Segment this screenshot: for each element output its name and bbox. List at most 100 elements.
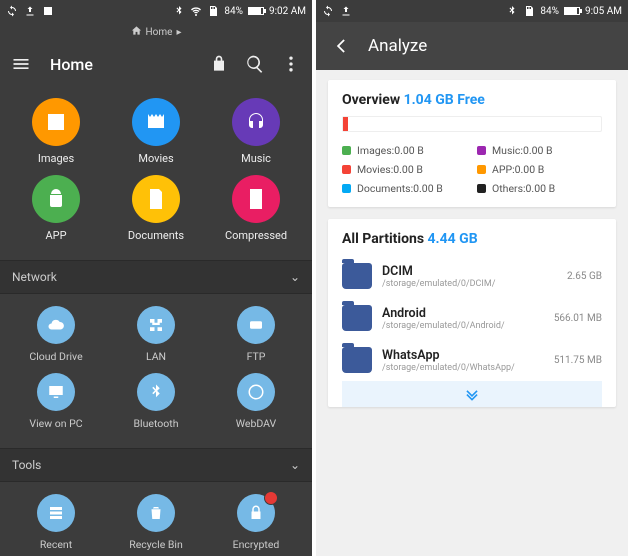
sync-icon xyxy=(6,5,18,17)
battery-icon xyxy=(248,7,264,15)
item-label: View on PC xyxy=(29,417,82,430)
category-images[interactable]: Images xyxy=(6,98,106,165)
recent-icon xyxy=(37,494,75,532)
status-bar: 84% 9:02 AM xyxy=(0,0,312,22)
section-network[interactable]: Network ⌄ xyxy=(0,260,312,294)
chevron-right-icon: ▸ xyxy=(176,27,181,38)
search-button[interactable] xyxy=(244,53,266,75)
overflow-button[interactable] xyxy=(280,53,302,75)
lan-icon xyxy=(137,306,175,344)
partition-name: Android xyxy=(382,306,544,321)
partitions-heading: All Partitions 4.44 GB xyxy=(342,231,602,247)
overview-card: Overview 1.04 GB Free Images:0.00 BMusic… xyxy=(328,80,616,207)
content-scroll[interactable]: ImagesMoviesMusicAPPDocumentsCompressed … xyxy=(0,86,312,556)
page-title: Analyze xyxy=(368,36,427,56)
legend-item: Movies:0.00 B xyxy=(342,163,467,176)
battery-percent: 84% xyxy=(540,6,559,17)
legend-label: Documents:0.00 B xyxy=(357,182,443,195)
item-bluetooth[interactable]: Bluetooth xyxy=(106,373,206,430)
trash-icon xyxy=(137,494,175,532)
legend-item: Documents:0.00 B xyxy=(342,182,467,195)
upload-icon xyxy=(24,5,36,17)
partition-name: DCIM xyxy=(382,264,557,279)
legend-item: APP:0.00 B xyxy=(477,163,602,176)
analyze-body: Overview 1.04 GB Free Images:0.00 BMusic… xyxy=(316,70,628,556)
bluetooth-icon xyxy=(173,5,185,17)
item-label: Encrypted xyxy=(233,538,280,551)
clock: 9:02 AM xyxy=(269,6,306,17)
music-icon xyxy=(232,98,280,146)
section-tools[interactable]: Tools ⌄ xyxy=(0,448,312,482)
swatch xyxy=(477,165,486,174)
partition-path: /storage/emulated/0/Android/ xyxy=(382,321,544,331)
storage-gauge xyxy=(342,116,602,132)
item-encrypted[interactable]: Encrypted xyxy=(206,494,306,551)
item-label: WebDAV xyxy=(236,417,277,430)
picture-icon xyxy=(42,5,54,17)
item-recent[interactable]: Recent xyxy=(6,494,106,551)
folder-icon xyxy=(342,347,372,373)
menu-button[interactable] xyxy=(10,53,32,75)
partition-path: /storage/emulated/0/WhatsApp/ xyxy=(382,363,544,373)
bt-icon xyxy=(137,373,175,411)
legend-label: APP:0.00 B xyxy=(492,163,544,176)
breadcrumb[interactable]: Home ▸ xyxy=(0,22,312,42)
battery-icon xyxy=(564,7,580,15)
legend-item: Others:0.00 B xyxy=(477,182,602,195)
item-label: Bluetooth xyxy=(134,417,179,430)
category-compressed[interactable]: Compressed xyxy=(206,175,306,242)
status-bar: 84% 9:05 AM xyxy=(316,0,628,22)
back-button[interactable] xyxy=(330,35,352,57)
legend-label: Music:0.00 B xyxy=(492,144,553,157)
swatch xyxy=(342,146,351,155)
category-label: Compressed xyxy=(225,229,287,242)
category-movies[interactable]: Movies xyxy=(106,98,206,165)
tools-grid: RecentRecycle Bin Encrypted xyxy=(0,482,312,556)
right-screen: 84% 9:05 AM Analyze Overview 1.04 GB Fre… xyxy=(316,0,628,556)
item-view-on-pc[interactable]: View on PC xyxy=(6,373,106,430)
wifi-icon xyxy=(190,5,202,17)
item-webdav[interactable]: WebDAV xyxy=(206,373,306,430)
movie-icon xyxy=(132,98,180,146)
legend-item: Music:0.00 B xyxy=(477,144,602,157)
category-documents[interactable]: Documents xyxy=(106,175,206,242)
item-lan[interactable]: LAN xyxy=(106,306,206,363)
safebox-button[interactable] xyxy=(208,53,230,75)
partition-row[interactable]: DCIM/storage/emulated/0/DCIM/2.65 GB xyxy=(342,255,602,297)
chevron-down-icon: ⌄ xyxy=(290,458,300,472)
category-app[interactable]: APP xyxy=(6,175,106,242)
cloud-icon xyxy=(37,306,75,344)
partition-row[interactable]: Android/storage/emulated/0/Android/566.0… xyxy=(342,297,602,339)
legend-label: Others:0.00 B xyxy=(492,182,555,195)
bluetooth-icon xyxy=(506,5,518,17)
legend-label: Movies:0.00 B xyxy=(357,163,423,176)
item-cloud-drive[interactable]: Cloud Drive xyxy=(6,306,106,363)
legend-item: Images:0.00 B xyxy=(342,144,467,157)
sd-icon xyxy=(523,5,535,17)
item-recycle-bin[interactable]: Recycle Bin xyxy=(106,494,206,551)
sd-icon xyxy=(207,5,219,17)
zip-icon xyxy=(232,175,280,223)
swatch xyxy=(342,165,351,174)
battery-percent: 84% xyxy=(224,6,243,17)
partition-size: 566.01 MB xyxy=(554,313,602,324)
doc-icon xyxy=(132,175,180,223)
item-ftp[interactable]: FTP xyxy=(206,306,306,363)
clock: 9:05 AM xyxy=(585,6,622,17)
legend: Images:0.00 B Music:0.00 B Movies:0.00 B AP… xyxy=(342,144,602,195)
category-music[interactable]: Music xyxy=(206,98,306,165)
expand-button[interactable] xyxy=(342,381,602,407)
partition-name: WhatsApp xyxy=(382,348,544,363)
item-label: FTP xyxy=(247,350,266,363)
lock-icon xyxy=(237,494,275,532)
category-label: APP xyxy=(45,229,66,242)
partition-path: /storage/emulated/0/DCIM/ xyxy=(382,279,557,289)
home-icon xyxy=(131,25,142,39)
sync-icon xyxy=(322,5,334,17)
ftp-icon xyxy=(237,306,275,344)
category-label: Movies xyxy=(138,152,173,165)
partition-row[interactable]: WhatsApp/storage/emulated/0/WhatsApp/511… xyxy=(342,339,602,381)
network-grid: Cloud DriveLAN FTP View on PC Bluetooth WebD… xyxy=(0,294,312,448)
page-title: Home xyxy=(50,55,93,74)
folder-icon xyxy=(342,305,372,331)
